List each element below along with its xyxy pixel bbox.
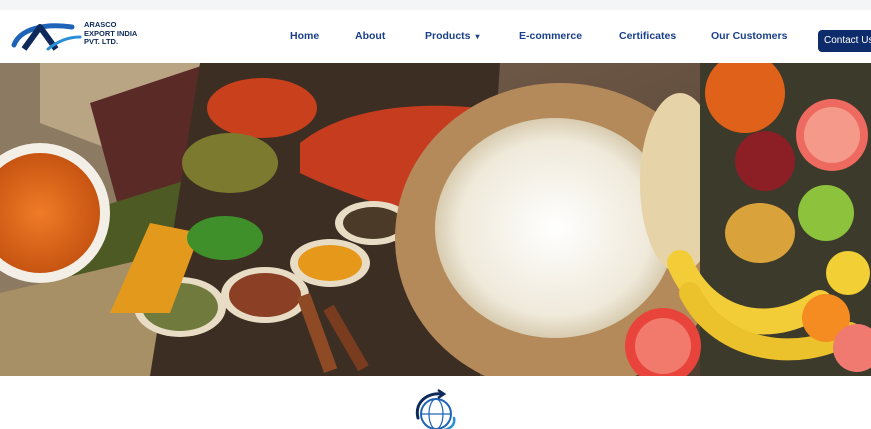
nav-about[interactable]: About [355,30,385,42]
contact-us-button[interactable]: Contact Us [818,30,871,52]
nav-our-customers[interactable]: Our Customers [711,30,787,42]
nav-certificates[interactable]: Certificates [619,30,676,42]
site-header: ARASCO EXPORT INDIA PVT. LTD. Home About… [0,10,871,62]
nav-home[interactable]: Home [290,30,319,42]
brand-logo[interactable]: ARASCO EXPORT INDIA PVT. LTD. [10,19,140,55]
nav-ecommerce[interactable]: E-commerce [519,30,582,42]
arasco-logo-icon [11,23,82,51]
browser-page: ARASCO EXPORT INDIA PVT. LTD. Home About… [0,10,871,429]
brand-name: ARASCO EXPORT INDIA PVT. LTD. [84,20,138,46]
hero-food-collage [0,63,871,376]
nav-products[interactable]: Products ▾ [425,30,480,42]
hero-banner-image [0,63,871,376]
globe-emblem-icon [404,388,464,429]
chevron-down-icon: ▾ [475,32,480,41]
